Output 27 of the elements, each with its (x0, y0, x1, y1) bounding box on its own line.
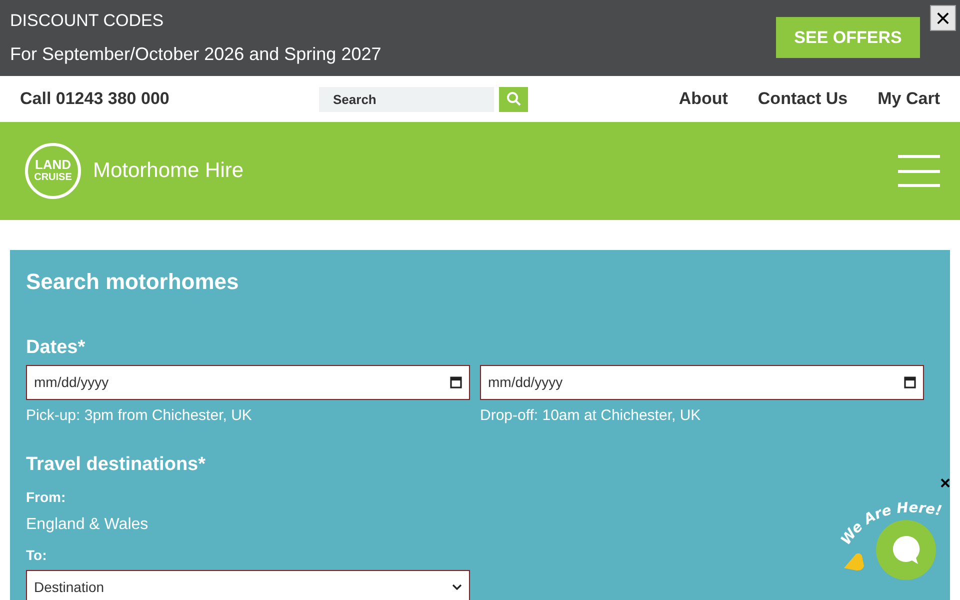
date-hint: Pick-up: 3pm from Chichester, UK (26, 406, 253, 426)
chevron-down-icon (452, 584, 462, 590)
search-field[interactable]: Search (319, 86, 494, 112)
panel-title: Search motorhomes (26, 268, 240, 296)
to-label: To: (26, 546, 47, 564)
nav-link[interactable]: My Cart (878, 86, 940, 112)
from-label: From: (26, 488, 66, 506)
close-button[interactable]: × (930, 5, 956, 31)
nav-link[interactable]: About (678, 86, 728, 112)
search-icon (506, 91, 522, 107)
site-title: Motorhome Hire (93, 158, 244, 184)
date-hint: Drop-off: 10am at Chichester, UK (480, 406, 702, 426)
chat-bubble-icon (892, 535, 920, 565)
calendar-icon (450, 376, 462, 389)
from-value: England & Wales (26, 514, 148, 534)
destinations-label: Travel destinations* (26, 452, 207, 476)
date-field[interactable]: mm/dd/yyyy (480, 365, 924, 400)
promo-subtitle: For September/October 2026 and Spring 2027 (10, 43, 382, 66)
search-button[interactable] (499, 86, 528, 112)
calendar-icon (904, 376, 916, 389)
menu-button[interactable] (898, 155, 940, 187)
promo-title: DISCOUNT CODES (10, 10, 165, 32)
dates-label: Dates* (26, 336, 86, 360)
nav-link[interactable]: Contact Us (758, 86, 848, 112)
phone-number[interactable]: Call 01243 380 000 (20, 86, 319, 112)
destination-select[interactable]: Destination (26, 570, 470, 600)
date-field[interactable]: mm/dd/yyyy (26, 365, 470, 400)
